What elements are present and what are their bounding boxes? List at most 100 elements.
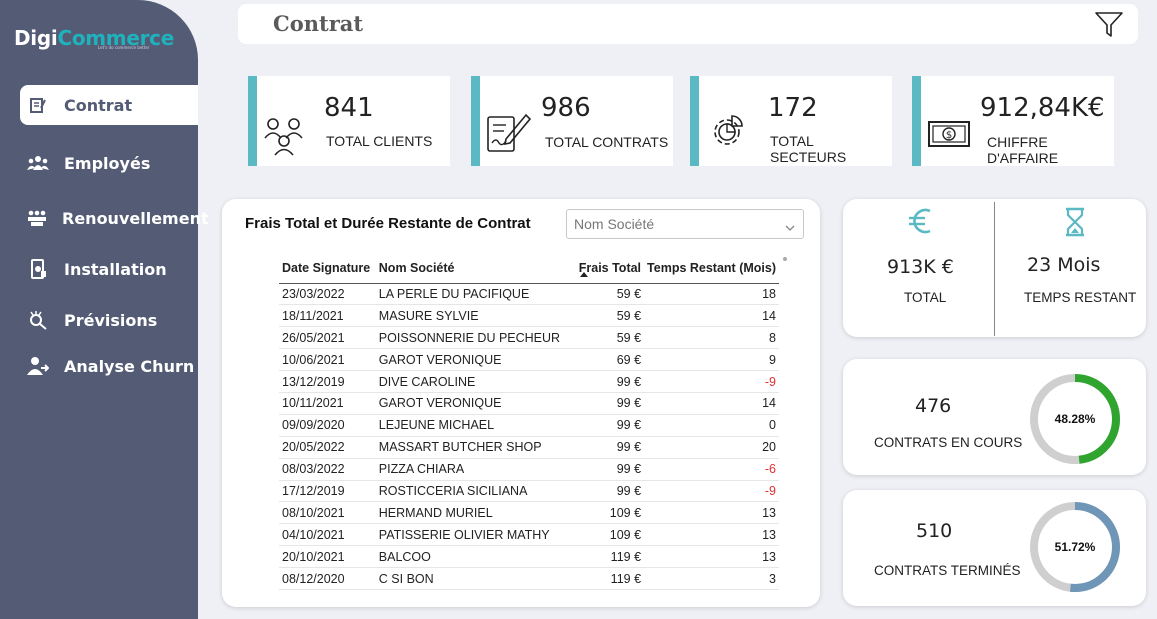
gauge-percent: 48.28% [1055,412,1096,426]
nav-label: Employés [64,153,151,173]
money-icon: $ [927,120,971,152]
table-row[interactable]: 04/10/2021 PATISSERIE OLIVIER MATHY 109 €1… [279,523,779,547]
cell-date: 04/10/2021 [279,523,376,547]
totals-card: 913K € TOTAL 23 Mois TEMPS RESTANT [843,199,1146,337]
kpi-label: TOTAL CONTRATS [545,134,669,150]
company-filter-dropdown[interactable]: Nom Société [566,209,804,239]
kpi-accent-bar [912,76,921,166]
cell-date: 10/06/2021 [279,348,376,372]
cell-company: HERMAND MURIEL [375,501,576,525]
cell-fees: 99 € [575,370,645,393]
column-header-date[interactable]: Date Signature [279,253,376,284]
nav-item-installation[interactable]: Installation [20,249,198,289]
kpi-card-clients: 841 TOTAL CLIENTS [248,76,450,166]
cell-company: LEJEUNE MICHAEL [375,414,576,437]
contracts-table: Date Signature Nom Société Frais Total T… [279,253,779,590]
column-header-fees[interactable]: Frais Total [575,253,645,284]
cell-company: C SI BON [375,567,576,590]
cell-date: 18/11/2021 [279,304,376,328]
total-label: TOTAL [904,290,947,305]
nav-item-contrat[interactable]: Contrat [20,85,198,125]
cell-fees: 109 € [575,523,645,547]
cell-remaining: 14 [644,392,779,415]
euro-icon [905,205,937,241]
cell-company: LA PERLE DU PACIFIQUE [375,283,576,306]
kpi-card-secteurs: 172 TOTAL SECTEURS [690,76,892,166]
table-row[interactable]: 20/05/2022 MASSART BUTCHER SHOP 99 €20 [279,436,779,459]
cell-company: PATISSERIE OLIVIER MATHY [375,523,576,547]
cell-remaining: 13 [644,501,779,525]
table-row[interactable]: 26/05/2021 POISSONNERIE DU PECHEUR 59 €8 [279,326,779,350]
nav-item-employes[interactable]: Employés [20,143,198,183]
nav-item-analyse-churn[interactable]: Analyse Churn [20,346,198,386]
table-title: Frais Total et Durée Restante de Contrat [245,215,531,232]
nav-label: Renouvellement [62,208,209,228]
cell-fees: 99 € [575,458,645,481]
sidebar: DigiCommerce Let's do commerce better Co… [0,0,209,619]
gauge-card-termines: 510 CONTRATS TERMINÉS 51.72% [843,490,1146,606]
filter-icon[interactable] [1094,11,1124,43]
cell-remaining: 13 [644,523,779,547]
remaining-label: TEMPS RESTANT [1024,290,1137,305]
kpi-card-contrats: 986 TOTAL CONTRATS [471,76,673,166]
table-row[interactable]: 08/10/2021 HERMAND MURIEL 109 €13 [279,501,779,525]
cell-remaining: 13 [644,545,779,569]
gauge-label: CONTRATS TERMINÉS [874,563,1021,578]
table-row[interactable]: 23/03/2022 LA PERLE DU PACIFIQUE 59 €18 [279,283,779,306]
cell-date: 13/12/2019 [279,370,376,393]
remaining-value: 23 Mois [1027,254,1101,276]
kpi-value: 172 [768,93,818,123]
chevron-down-icon [785,219,795,235]
cell-remaining: 18 [644,283,779,306]
cell-fees: 59 € [575,304,645,328]
contracts-table-panel: Frais Total et Durée Restante de Contrat… [222,199,820,607]
table-row[interactable]: 20/10/2021 BALCOO 119 €13 [279,545,779,569]
people-icon [26,154,50,172]
scrollbar[interactable] [783,257,787,261]
table-header-row: Date Signature Nom Société Frais Total T… [279,253,779,284]
column-header-company[interactable]: Nom Société [375,253,576,284]
table-row[interactable]: 17/12/2019 ROSTICCERIA SICILIANA 99 € -9 [279,480,779,503]
cell-remaining: 9 [644,348,779,372]
gauge-label: CONTRATS EN COURS [874,435,1023,450]
kpi-label: CHIFFRE D'AFFAIRE [987,134,1059,166]
kpi-card-chiffre-affaire: $ 912,84K€ CHIFFRE D'AFFAIRE [912,76,1114,166]
page-header: Contrat [238,4,1138,44]
cell-date: 10/11/2021 [279,392,376,415]
cell-fees: 119 € [575,567,645,590]
table-row[interactable]: 10/11/2021 GAROT VERONIQUE 99 €14 [279,392,779,415]
table-row[interactable]: 13/12/2019 DIVE CAROLINE 99 € -9 [279,370,779,393]
svg-text:$: $ [946,130,952,141]
table-row[interactable]: 09/09/2020 LEJEUNE MICHAEL 99 €0 [279,414,779,437]
cell-company: ROSTICCERIA SICILIANA [375,480,576,503]
cell-date: 08/10/2021 [279,501,376,525]
table-row[interactable]: 08/12/2020 C SI BON 119 €3 [279,567,779,590]
sectors-gear-icon [708,110,750,156]
cell-remaining: -9 [644,480,779,503]
nav-item-renouvellement[interactable]: Renouvellement [20,198,209,238]
group-icon [26,209,48,227]
cell-company: DIVE CAROLINE [375,370,576,393]
clients-icon [264,114,306,160]
cell-fees: 59 € [575,283,645,306]
column-header-remaining[interactable]: Temps Restant (Mois) [644,253,779,284]
cell-company: MASURE SYLVIE [375,304,576,328]
cell-fees: 99 € [575,414,645,437]
kpi-accent-bar [248,76,257,166]
nav-label: Installation [64,259,167,279]
table-row[interactable]: 10/06/2021 GAROT VERONIQUE 69 €9 [279,348,779,372]
forecast-icon [26,310,50,330]
nav-item-previsions[interactable]: Prévisions [20,300,198,340]
cell-date: 08/03/2022 [279,458,376,481]
gauge-count: 476 [915,395,952,417]
kpi-label: TOTAL CLIENTS [326,133,433,149]
table-row[interactable]: 18/11/2021 MASURE SYLVIE 59 €14 [279,304,779,328]
cell-fees: 99 € [575,392,645,415]
cell-date: 20/05/2022 [279,436,376,459]
cell-fees: 99 € [575,480,645,503]
donut-gauge: 48.28% [1030,374,1120,464]
table-row[interactable]: 08/03/2022 PIZZA CHIARA 99 € -6 [279,458,779,481]
cell-remaining: 0 [644,414,779,437]
cell-fees: 109 € [575,501,645,525]
cell-fees: 69 € [575,348,645,372]
